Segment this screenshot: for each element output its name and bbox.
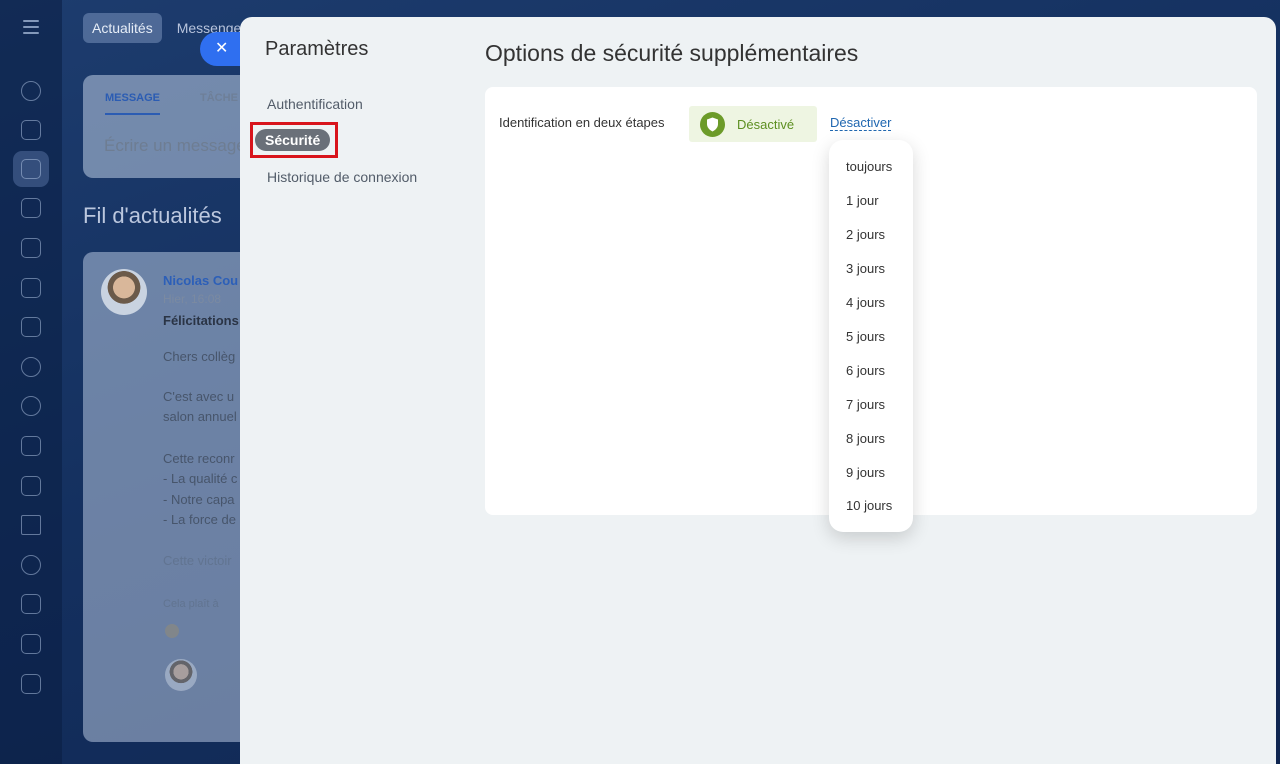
post-line: - Notre capa bbox=[163, 492, 235, 507]
left-nav-rail bbox=[0, 0, 62, 764]
pulse-icon[interactable] bbox=[21, 81, 41, 101]
menu-option[interactable]: toujours bbox=[846, 159, 892, 174]
post-line: C'est avec u bbox=[163, 389, 235, 404]
commenter-avatar bbox=[165, 659, 197, 691]
shield-icon bbox=[700, 112, 725, 137]
duration-menu: toujours 1 jour 2 jours 3 jours 4 jours … bbox=[829, 140, 913, 532]
post-line: Cette victoir bbox=[163, 553, 232, 568]
composer-placeholder[interactable]: Écrire un message bbox=[104, 136, 246, 156]
drive-icon[interactable] bbox=[21, 278, 41, 298]
composer-tab-message[interactable]: MESSAGE bbox=[105, 92, 161, 115]
feed-icon[interactable] bbox=[21, 159, 41, 179]
menu-option[interactable]: 5 jours bbox=[846, 329, 885, 344]
more-icon[interactable] bbox=[21, 674, 41, 694]
post-line: - La qualité c bbox=[163, 471, 238, 486]
menu-option[interactable]: 1 jour bbox=[846, 193, 879, 208]
menu-option[interactable]: 2 jours bbox=[846, 227, 885, 242]
funnel-icon[interactable] bbox=[21, 515, 41, 535]
post-line: salon annuel bbox=[163, 409, 237, 424]
menu-option[interactable]: 8 jours bbox=[846, 431, 885, 446]
post-composer: MESSAGE TÂCHE Écrire un message bbox=[83, 75, 263, 178]
menu-option[interactable]: 9 jours bbox=[846, 465, 885, 480]
status-text: Désactivé bbox=[737, 117, 795, 132]
inbox-icon[interactable] bbox=[21, 634, 41, 654]
post-author[interactable]: Nicolas Cou bbox=[163, 273, 238, 288]
menu-icon[interactable] bbox=[23, 20, 39, 34]
page-title: Options de sécurité supplémentaires bbox=[485, 40, 859, 66]
settings-panel: Paramètres Authentification Sécurité His… bbox=[240, 17, 1276, 764]
sidebar-item-historique[interactable]: Historique de connexion bbox=[267, 169, 417, 185]
cart-icon[interactable] bbox=[21, 594, 41, 614]
deactivate-link[interactable]: Désactiver bbox=[830, 115, 892, 131]
sidebar-item-authentification[interactable]: Authentification bbox=[267, 96, 363, 112]
menu-option[interactable]: 7 jours bbox=[846, 397, 885, 412]
contacts-icon[interactable] bbox=[21, 357, 41, 377]
settings-title: Paramètres bbox=[265, 38, 369, 60]
post-subject: Félicitations bbox=[163, 313, 239, 328]
post-line: Cette reconr bbox=[163, 451, 235, 466]
two-step-label: Identification en deux étapes bbox=[499, 115, 665, 130]
menu-option[interactable]: 3 jours bbox=[846, 261, 885, 276]
feed-post: Nicolas Cou Hier, 16:08 Félicitations Ch… bbox=[83, 252, 263, 742]
document-icon[interactable] bbox=[21, 238, 41, 258]
board-icon[interactable] bbox=[21, 436, 41, 456]
menu-option[interactable]: 10 jours bbox=[846, 498, 892, 513]
post-line: Chers collèg bbox=[163, 349, 236, 364]
calendar-icon[interactable] bbox=[21, 198, 41, 218]
author-avatar[interactable] bbox=[101, 269, 147, 315]
groups-icon[interactable] bbox=[21, 396, 41, 416]
composer-tab-task[interactable]: TÂCHE bbox=[200, 92, 238, 115]
chat-icon[interactable] bbox=[21, 120, 41, 140]
menu-option[interactable]: 6 jours bbox=[846, 363, 885, 378]
feed-title: Fil d'actualités bbox=[83, 203, 222, 228]
tasks-icon[interactable] bbox=[21, 476, 41, 496]
mail-icon[interactable] bbox=[21, 317, 41, 337]
post-time: Hier, 16:08 bbox=[163, 292, 222, 306]
tab-actualites[interactable]: Actualités bbox=[83, 13, 162, 43]
menu-option[interactable]: 4 jours bbox=[846, 295, 885, 310]
reaction-icon[interactable] bbox=[165, 624, 179, 638]
post-line: - La force de bbox=[163, 512, 236, 527]
sidebar-item-securite[interactable]: Sécurité bbox=[255, 129, 331, 151]
box-icon[interactable] bbox=[21, 555, 41, 575]
status-badge: Désactivé bbox=[689, 106, 817, 142]
post-likes-text: Cela plaît à bbox=[163, 598, 219, 610]
